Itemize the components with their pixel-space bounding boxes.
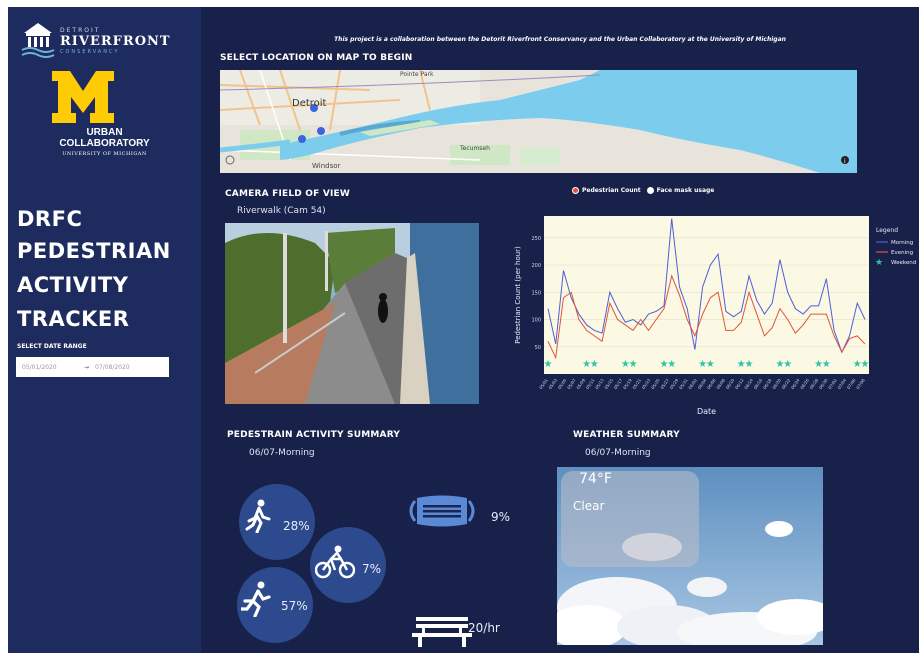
bench-rate: 20/hr [468,621,500,635]
running-person-icon [241,581,271,617]
metric-toggle[interactable]: Pedestrian Count Face mask usage [572,187,714,194]
camera-marker [298,135,306,143]
y-tick-label: 200 [531,263,541,269]
weather-section-title: WEATHER SUMMARY [573,430,680,440]
weekend-star-marker: ★ [590,359,599,370]
location-map[interactable]: i Detroit Windsor Tecumseh Pointe Park [220,70,857,173]
um-line1: URBAN [86,127,123,138]
title-line-3: ACTIVITY [17,273,129,297]
date-start-input[interactable]: 05/01/2020 [22,364,84,371]
camera-name: Riverwalk (Cam 54) [237,206,326,216]
weather-period: 06/07-Morning [585,448,651,458]
weekend-star-marker: ★ [667,359,676,370]
org-top-text: DETROIT [60,27,101,34]
bench-icon [412,617,472,647]
plot-area [544,216,869,374]
y-tick-label: 250 [531,236,541,242]
university-text: UNIVERSITY OF MICHIGAN [62,151,147,157]
map-section-title: SELECT LOCATION ON MAP TO BEGIN [220,53,413,63]
legend-title: Legend [876,227,898,234]
weekend-star-marker: ★ [822,359,831,370]
summary-section-title: PEDESTRAIN ACTIVITY SUMMARY [227,430,401,440]
title-line-2: PEDESTRIAN [17,239,171,263]
map-label-windsor: Windsor [312,162,341,170]
date-range-picker[interactable]: 05/01/2020 → 07/08/2020 [16,357,169,377]
sidebar: DETROIT RIVERFRONT CONSERVANCY URBAN COL… [8,7,201,653]
dashboard-frame: DETROIT RIVERFRONT CONSERVANCY URBAN COL… [8,7,919,653]
toggle-mask-label[interactable]: Face mask usage [657,187,715,194]
toggle-pedestrian-label[interactable]: Pedestrian Count [582,187,641,194]
weekend-star-marker: ★ [629,359,638,370]
um-line2: COLLABORATORY [59,138,150,149]
main-panel: This project is a collaboration between … [201,7,919,653]
bicycle-icon [315,545,355,579]
y-tick-label: 50 [535,345,541,351]
bike-percentage: 7% [362,562,382,576]
weekend-star-marker: ★ [745,359,754,370]
legend-entry: Weekend [891,260,916,266]
block-m-logo [52,71,114,123]
walking-person-icon [245,499,271,533]
title-line-1: DRFC [17,207,83,231]
run-percentage: 57% [281,599,308,613]
face-mask-icon [409,495,475,527]
collaboration-note: This project is a collaboration between … [334,36,786,43]
x-axis-label: Date [697,407,716,416]
y-tick-label: 150 [531,290,541,296]
date-arrow-icon: → [84,363,90,371]
temperature-value: 74°F [579,471,612,487]
y-tick-label: 100 [531,318,541,324]
weekend-star-marker: ★ [706,359,715,370]
date-end-input[interactable]: 07/08/2020 [95,364,130,371]
title-line-4: TRACKER [17,307,130,331]
date-range-label: SELECT DATE RANGE [17,343,87,350]
summary-period: 06/07-Morning [249,448,315,458]
mask-percentage: 9% [491,510,511,524]
map-label-pointe: Pointe Park [400,71,434,78]
weather-condition: Clear [573,499,605,513]
legend-entry: Morning [891,240,913,246]
weekend-star-marker: ★ [861,359,870,370]
x-tick-label: 07/08 [855,377,866,390]
map-label-detroit: Detroit [292,98,327,109]
org-name-text: RIVERFRONT [60,34,171,49]
weekend-star-marker: ★ [544,359,553,370]
weekend-star-marker: ★ [783,359,792,370]
pedestrian-line-chart[interactable]: 50100150200250★ ★★ ★★ ★★ ★★ ★★ ★★ ★★ ★★05/0105/0… [506,214,919,419]
riverfront-conservancy-logo [21,23,55,58]
camera-image [225,223,479,404]
radio-mask-icon[interactable] [646,187,654,194]
y-axis-label: Pedestrian Count (per hour) [514,246,522,344]
urban-collaboratory-text: URBAN COLLABORATORY [8,127,201,149]
radio-pedestrian-icon[interactable] [572,187,579,194]
org-bottom-text: CONSERVANCY [60,49,120,55]
camera-marker [317,127,325,135]
camera-section-title: CAMERA FIELD OF VIEW [225,189,351,199]
legend-entry: Evening [891,250,913,256]
walk-percentage: 28% [283,519,310,533]
legend-star-icon: ★ [875,258,883,268]
map-label-tecumseh: Tecumseh [460,145,490,152]
